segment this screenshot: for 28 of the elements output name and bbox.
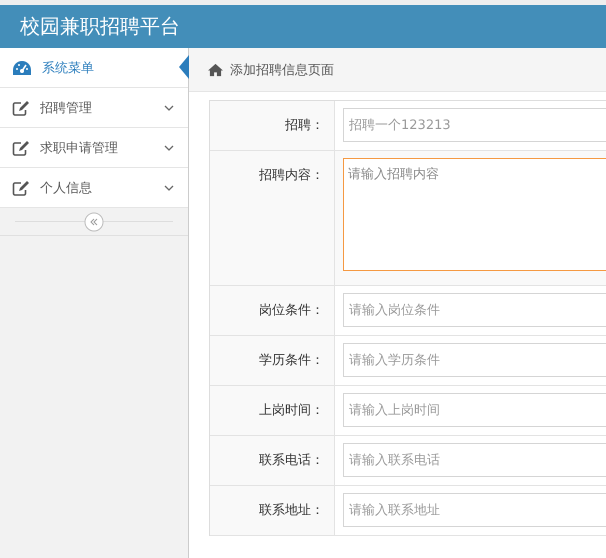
input-field[interactable]: 请输入岗位条件 xyxy=(343,293,606,327)
edit-icon xyxy=(12,100,30,116)
sidebar-item[interactable]: 求职申请管理 xyxy=(0,128,188,168)
chevron-down-icon xyxy=(164,104,174,110)
chevron-down-icon xyxy=(164,184,174,190)
sidebar-item[interactable]: 招聘管理 xyxy=(0,88,188,128)
sidebar-title[interactable]: 系统菜单 xyxy=(0,48,188,88)
app-title: 校园兼职招聘平台 xyxy=(20,13,180,40)
input-field[interactable]: 请输入上岗时间 xyxy=(343,393,606,427)
dashboard-icon xyxy=(12,60,32,76)
input-field[interactable]: 请输入联系地址 xyxy=(343,493,606,527)
input-field[interactable]: 请输入学历条件 xyxy=(343,343,606,377)
collapse-icon[interactable] xyxy=(84,212,104,232)
field-label: 招聘： xyxy=(285,118,324,133)
edit-icon xyxy=(12,180,30,196)
text-area[interactable]: 请输入招聘内容 xyxy=(343,158,606,271)
edit-icon xyxy=(12,140,30,156)
sidebar-item[interactable]: 个人信息 xyxy=(0,168,188,208)
field-label: 上岗时间： xyxy=(259,403,324,418)
field-label: 联系电话： xyxy=(259,453,324,468)
chevron-down-icon xyxy=(164,144,174,150)
field-label: 联系地址： xyxy=(259,503,324,518)
field-label: 招聘内容： xyxy=(259,168,324,183)
field-label: 学历条件： xyxy=(259,353,324,368)
breadcrumb-text: 添加招聘信息页面 xyxy=(230,62,334,78)
home-icon xyxy=(207,62,224,76)
input-field[interactable]: 请输入联系电话 xyxy=(343,443,606,477)
field-label: 岗位条件： xyxy=(259,303,324,318)
